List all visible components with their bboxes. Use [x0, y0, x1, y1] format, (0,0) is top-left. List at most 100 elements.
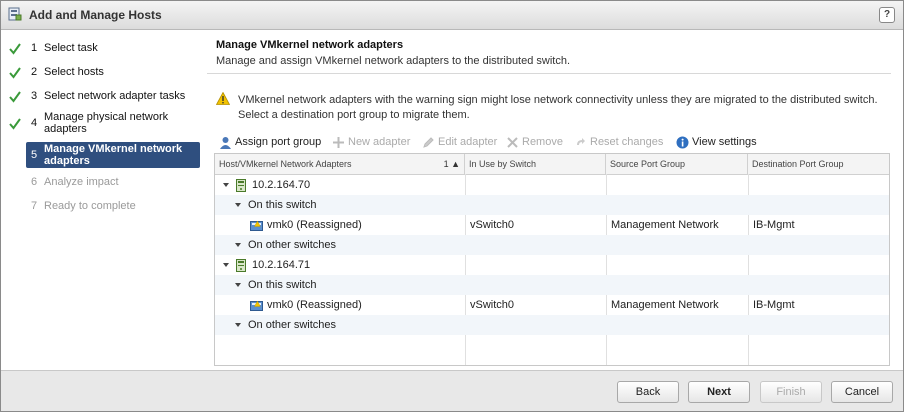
destination-port-group-cell[interactable]: IB-Mgmt: [753, 295, 795, 315]
pencil-icon: [423, 136, 434, 148]
adapter-toolbar: Assign port group New adapter Edit adapt…: [216, 134, 896, 150]
column-header-label: Source Port Group: [610, 159, 686, 169]
warning-triangle-icon: [216, 92, 230, 105]
vmkernel-adapter-icon: [250, 300, 263, 312]
collapse-arrow-icon[interactable]: [235, 203, 241, 208]
step-number: 7: [31, 200, 38, 212]
step-number: 5: [31, 149, 38, 161]
collapse-arrow-icon[interactable]: [235, 283, 241, 288]
page-subtitle: Manage and assign VMkernel network adapt…: [216, 55, 571, 67]
view-settings-label: View settings: [692, 136, 757, 148]
step-number: 3: [31, 90, 38, 102]
plus-icon: [333, 136, 344, 148]
group-label: On other switches: [248, 319, 337, 331]
reset-changes-label: Reset changes: [590, 136, 664, 148]
step-label: Analyze impact: [44, 176, 119, 188]
finish-button[interactable]: Finish: [760, 381, 822, 403]
table-row-group[interactable]: On other switches: [215, 315, 889, 335]
step-label: Manage physical network adapters: [44, 111, 169, 135]
table-header: Host/VMkernel Network Adapters 1 ▲ In Us…: [215, 154, 889, 175]
table-row-adapter[interactable]: vmk0 (Reassigned) vSwitch0 Management Ne…: [215, 215, 889, 235]
table-row-host[interactable]: 10.2.164.71: [215, 255, 889, 275]
info-icon: [676, 136, 689, 149]
collapse-arrow-icon[interactable]: [235, 323, 241, 328]
checkmark-icon: [9, 118, 21, 130]
group-label: On this switch: [248, 279, 317, 291]
step-number: 6: [31, 176, 38, 188]
column-header-label: Host/VMkernel Network Adapters: [219, 159, 352, 169]
back-button[interactable]: Back: [617, 381, 679, 403]
step-label: Select network adapter tasks: [44, 90, 186, 102]
next-button[interactable]: Next: [688, 381, 750, 403]
collapse-arrow-icon[interactable]: [235, 243, 241, 248]
main-content: Manage VMkernel network adapters Manage …: [207, 30, 903, 370]
warning-message: VMkernel network adapters with the warni…: [238, 94, 878, 121]
source-port-group-cell: Management Network: [611, 299, 719, 311]
step-ready-to-complete: 7 Ready to complete: [1, 200, 206, 214]
vmkernel-adapter-icon: [250, 220, 263, 232]
sort-ascending-icon: 1 ▲: [443, 159, 460, 169]
host-wizard-icon: [8, 7, 22, 21]
edit-adapter-button[interactable]: Edit adapter: [422, 134, 497, 150]
user-assign-icon: [220, 136, 231, 149]
step-manage-vmkernel-adapters[interactable]: 5 Manage VMkernel network adapters: [26, 142, 200, 168]
column-header-source-port-group[interactable]: Source Port Group: [606, 154, 748, 174]
group-label: On other switches: [248, 239, 337, 251]
table-row-group[interactable]: On this switch: [215, 195, 889, 215]
table-row-host[interactable]: 10.2.164.70: [215, 175, 889, 195]
table-row-group[interactable]: On other switches: [215, 235, 889, 255]
column-header-in-use-by-switch[interactable]: In Use by Switch: [465, 154, 606, 174]
column-header-label: In Use by Switch: [469, 159, 537, 169]
destination-port-group-cell[interactable]: IB-Mgmt: [753, 215, 795, 235]
checkmark-icon: [9, 91, 21, 103]
host-name: 10.2.164.70: [252, 179, 311, 191]
divider: [207, 73, 891, 74]
step-select-network-adapter-tasks[interactable]: 3 Select network adapter tasks: [1, 90, 206, 104]
remove-label: Remove: [522, 136, 563, 148]
reset-icon: [577, 137, 585, 145]
reset-changes-button[interactable]: Reset changes: [574, 134, 663, 150]
close-x-icon: [507, 136, 518, 148]
in-use-by-switch-cell: vSwitch0: [470, 219, 515, 231]
column-header-label: Destination Port Group: [752, 159, 844, 169]
help-icon[interactable]: ?: [879, 7, 895, 23]
remove-button[interactable]: Remove: [506, 134, 563, 150]
edit-adapter-label: Edit adapter: [438, 136, 498, 148]
dialog-footer: Back Next Finish Cancel: [1, 370, 903, 411]
assign-port-group-label: Assign port group: [235, 136, 322, 148]
server-host-icon: [236, 258, 246, 272]
step-label: Select hosts: [44, 66, 104, 78]
step-label: Ready to complete: [44, 200, 136, 212]
view-settings-button[interactable]: View settings: [676, 134, 757, 150]
step-label: Select task: [44, 42, 98, 54]
step-select-hosts[interactable]: 2 Select hosts: [1, 66, 206, 80]
dialog-title: Add and Manage Hosts: [29, 8, 162, 22]
server-host-icon: [236, 178, 246, 192]
step-select-task[interactable]: 1 Select task: [1, 42, 206, 56]
cancel-button[interactable]: Cancel: [831, 381, 893, 403]
checkmark-icon: [9, 67, 21, 79]
adapter-name: vmk0 (Reassigned): [267, 219, 362, 231]
new-adapter-label: New adapter: [348, 136, 411, 148]
assign-port-group-button[interactable]: Assign port group: [219, 134, 321, 150]
in-use-by-switch-cell: vSwitch0: [470, 299, 515, 311]
collapse-arrow-icon[interactable]: [223, 263, 229, 268]
column-header-host-adapters[interactable]: Host/VMkernel Network Adapters 1 ▲: [215, 154, 465, 174]
new-adapter-button[interactable]: New adapter: [332, 134, 410, 150]
step-manage-physical-adapters[interactable]: 4 Manage physical network adapters: [1, 111, 206, 137]
step-number: 4: [31, 117, 38, 129]
source-port-group-cell: Management Network: [611, 219, 719, 231]
title-bar: Add and Manage Hosts ?: [1, 1, 903, 30]
wizard-steps: 1 Select task 2 Select hosts 3 Select ne…: [1, 30, 206, 370]
step-number: 1: [31, 42, 38, 54]
table-row-group[interactable]: On this switch: [215, 275, 889, 295]
collapse-arrow-icon[interactable]: [223, 183, 229, 188]
page-title: Manage VMkernel network adapters: [216, 39, 404, 51]
table-row-adapter[interactable]: vmk0 (Reassigned) vSwitch0 Management Ne…: [215, 295, 889, 315]
column-header-destination-port-group[interactable]: Destination Port Group: [748, 154, 889, 174]
adapter-name: vmk0 (Reassigned): [267, 299, 362, 311]
step-analyze-impact: 6 Analyze impact: [1, 176, 206, 190]
vmkernel-adapters-table: Host/VMkernel Network Adapters 1 ▲ In Us…: [214, 153, 890, 366]
add-manage-hosts-dialog: Add and Manage Hosts ? 1 Select task 2 S…: [0, 0, 904, 412]
checkmark-icon: [9, 43, 21, 55]
